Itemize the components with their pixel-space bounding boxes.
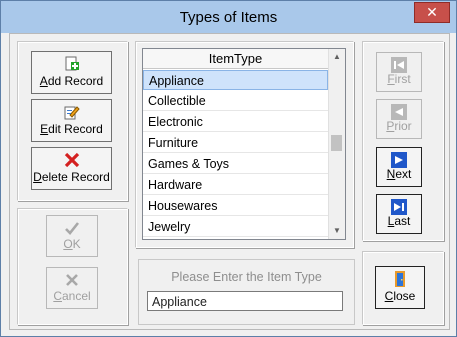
last-button[interactable]: Last [376,194,422,234]
prior-record-icon [391,104,407,120]
grid-row[interactable]: Housewares [143,196,328,216]
edit-record-icon [64,106,80,120]
next-button[interactable]: Next [376,147,422,187]
edit-record-button[interactable]: Edit Record [31,99,112,142]
delete-record-label: Delete Record [33,170,110,184]
ok-label: OK [63,237,81,251]
scroll-down-arrow-icon[interactable]: ▼ [329,224,345,238]
close-button[interactable]: Close [375,266,425,309]
edit-record-label: Edit Record [40,122,103,136]
door-exit-icon [395,271,405,287]
close-label: Close [384,289,416,303]
delete-record-button[interactable]: Delete Record [31,147,112,190]
grid-row[interactable]: Electronic [143,112,328,132]
item-type-input[interactable]: Appliance [147,291,343,311]
cancel-button[interactable]: Cancel [46,267,98,309]
grid-row[interactable]: Jewelry [143,217,328,237]
add-record-icon [65,56,79,71]
window-close-button[interactable]: ✕ [414,2,450,23]
window-title: Types of Items [179,9,278,26]
first-button[interactable]: First [376,52,422,92]
grid-row[interactable]: Furniture [143,133,328,153]
next-label: Next [386,167,412,181]
title-bar[interactable]: Types of Items ✕ [1,1,456,33]
scroll-up-arrow-icon[interactable]: ▲ [329,50,345,64]
grid-row[interactable]: Games & Toys [143,154,328,174]
delete-record-icon [64,152,79,168]
grid-row[interactable]: Hardware [143,175,328,195]
item-type-entry-label: Please Enter the Item Type [171,270,322,284]
cancel-label: Cancel [53,289,91,303]
grid-vertical-scrollbar[interactable]: ▲ ▼ [328,49,345,239]
ok-button[interactable]: OK [46,215,98,257]
grid-row[interactable]: Collectible [143,91,328,111]
add-record-label: Add Record [39,74,104,88]
grid-row[interactable]: Appliance [143,70,328,90]
last-label: Last [387,214,411,228]
first-record-icon [391,57,407,73]
last-record-icon [391,199,407,215]
item-type-entry-group: Please Enter the Item Type Appliance [138,259,355,325]
add-record-button[interactable]: Add Record [31,51,112,94]
prior-button[interactable]: Prior [376,99,422,139]
check-icon [65,222,80,235]
item-type-grid[interactable]: ItemType Appliance Collectible Electroni… [142,48,346,240]
x-icon [66,274,78,286]
scroll-thumb[interactable] [331,135,342,151]
next-record-icon [391,152,407,168]
first-label: First [387,72,411,86]
prior-label: Prior [386,119,412,133]
types-of-items-window: Types of Items ✕ Add Record Edit Record … [0,0,457,337]
grid-header-itemtype[interactable]: ItemType [143,49,328,69]
